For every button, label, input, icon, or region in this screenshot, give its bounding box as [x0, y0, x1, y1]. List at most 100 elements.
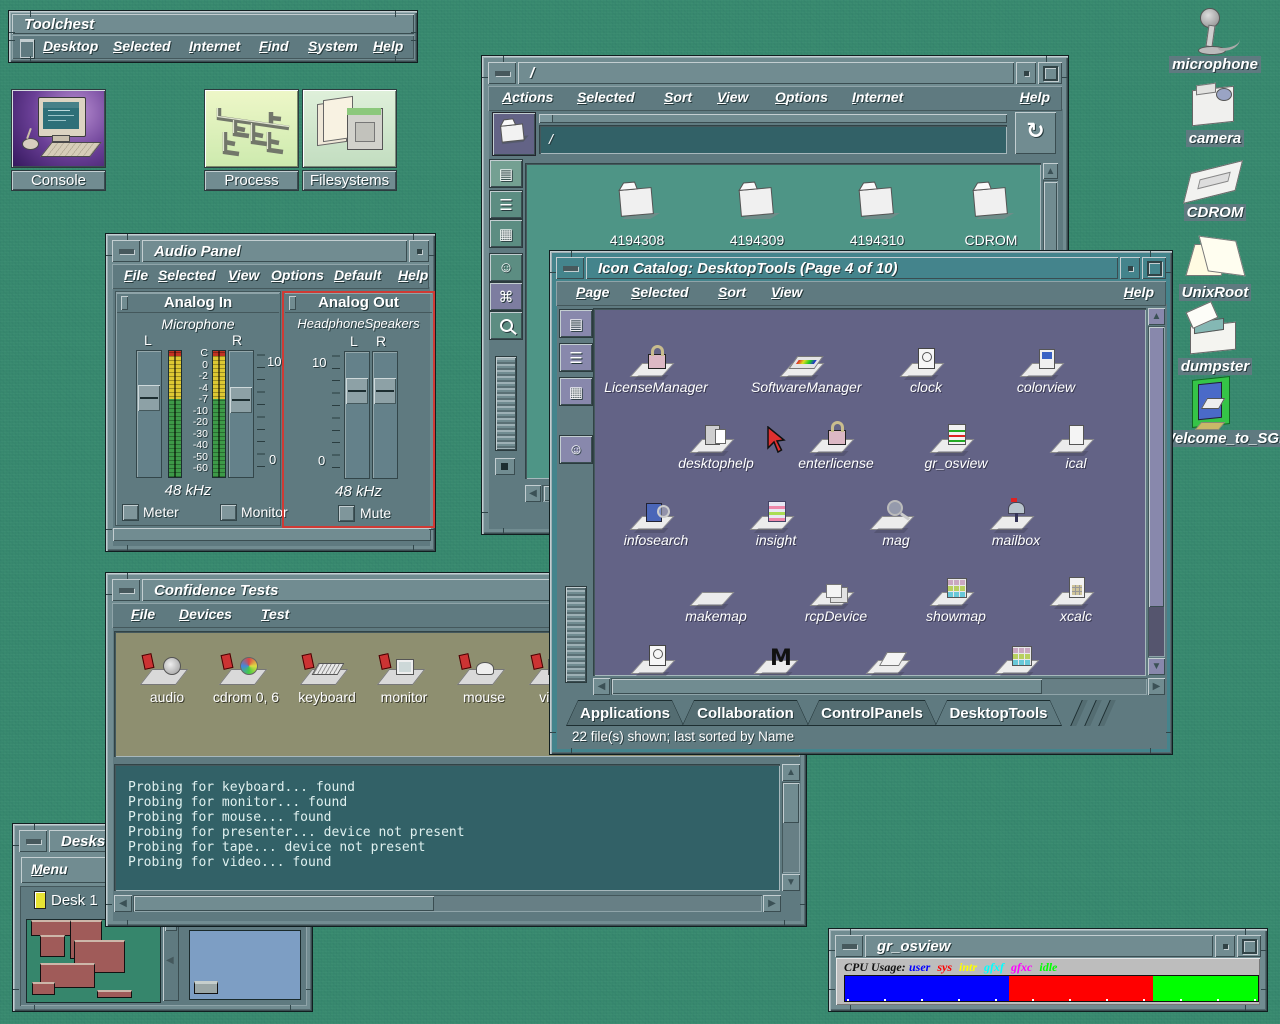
catalog-icon-makemap[interactable]: makemap — [661, 562, 771, 624]
desktop-icon-welcome-to-sgi[interactable]: Welcome_to_SGI — [1158, 378, 1278, 448]
fm-path-strip[interactable] — [539, 114, 1007, 123]
conf-hscrollbar[interactable] — [133, 895, 762, 912]
catalog-scroll-right[interactable]: ▶ — [1148, 678, 1165, 695]
desktop-icon-cdrom[interactable]: CDROM — [1160, 162, 1270, 222]
catalog-maximize-button[interactable] — [1142, 257, 1166, 279]
analog-out-right-slider[interactable] — [372, 351, 398, 479]
fm-tool-list[interactable]: ☰ — [489, 190, 523, 219]
catalog-icon-desktophelp[interactable]: desktophelp — [661, 409, 771, 471]
fm-window-menu-button[interactable] — [488, 62, 516, 84]
audio-menu-help[interactable]: Help — [398, 267, 428, 283]
fm-path-field[interactable]: / — [539, 125, 1007, 154]
device-icon-monitor[interactable]: monitor — [359, 643, 449, 705]
menu-selected[interactable]: Selected — [113, 38, 171, 54]
catalog-icon-LicenseManager[interactable]: LicenseManager — [601, 333, 711, 395]
fm-tool-faces[interactable]: ☺ — [489, 253, 523, 282]
confidence-menu-file[interactable]: File — [131, 606, 155, 622]
analog-in-header[interactable]: Analog In — [117, 293, 279, 313]
catalog-tool-grid[interactable]: ▦ — [559, 377, 593, 406]
catalog-minimize-button[interactable] — [1120, 257, 1140, 279]
tab-controlpanels[interactable]: ControlPanels — [807, 700, 937, 726]
fm-menu-help[interactable]: Help — [1020, 89, 1050, 105]
fm-folder[interactable]: CDROM — [941, 175, 1041, 248]
fm-menu-internet[interactable]: Internet — [852, 89, 903, 105]
desks-splitter[interactable]: ◀ — [163, 919, 179, 1001]
catalog-menu-help[interactable]: Help — [1124, 284, 1154, 300]
meter-checkbox[interactable] — [122, 504, 139, 521]
desktop-icon-microphone[interactable]: microphone — [1160, 8, 1270, 74]
catalog-icon-partial[interactable]: M — [725, 630, 835, 676]
catalog-icon-ical[interactable]: ical — [1021, 409, 1131, 471]
fm-menu-options[interactable]: Options — [775, 89, 828, 105]
desktop-icon-unixroot[interactable]: UnixRoot — [1160, 236, 1270, 302]
grosview-titlebar[interactable]: gr_osview — [865, 935, 1213, 957]
audio-minimize-button[interactable] — [409, 240, 429, 262]
catalog-icon-SoftwareManager[interactable]: SoftwareManager — [751, 333, 861, 395]
fm-tool-shelf[interactable]: ▤ — [489, 159, 523, 188]
audio-menu-default[interactable]: Default — [334, 267, 381, 283]
fm-thumbwheel[interactable] — [495, 356, 517, 451]
grosview-minimize-button[interactable] — [1215, 935, 1235, 957]
audio-titlebar[interactable]: Audio Panel — [142, 240, 407, 262]
conf-scroll-down[interactable]: ▼ — [782, 874, 800, 891]
catalog-vscrollbar[interactable] — [1148, 326, 1165, 657]
menu-internet[interactable]: Internet — [189, 38, 240, 54]
catalog-icon-partial[interactable] — [966, 630, 1076, 676]
catalog-icon-rcpDevice[interactable]: rcpDevice — [781, 562, 891, 624]
catalog-hscrollbar[interactable] — [611, 678, 1147, 695]
analog-out-left-slider[interactable] — [344, 351, 370, 479]
fm-menu-view[interactable]: View — [717, 89, 748, 105]
fm-titlebar[interactable]: / — [518, 62, 1014, 84]
catalog-icon-partial[interactable] — [837, 630, 947, 676]
launcher-process[interactable]: Process — [204, 89, 299, 191]
catalog-icon-gr_osview[interactable]: gr_osview — [901, 409, 1011, 471]
catalog-menu-view[interactable]: View — [771, 284, 802, 300]
tab-collaboration[interactable]: Collaboration — [682, 700, 809, 726]
catalog-icon-clock[interactable]: clock — [871, 333, 981, 395]
monitor-checkbox[interactable] — [220, 504, 237, 521]
fm-maximize-button[interactable] — [1038, 62, 1062, 84]
conf-vscrollbar[interactable] — [782, 782, 800, 873]
confidence-menu-test[interactable]: Test — [261, 606, 289, 622]
catalog-tool-shelf[interactable]: ▤ — [559, 309, 593, 338]
fm-refresh-button[interactable]: ↻ — [1015, 112, 1056, 154]
mute-checkbox[interactable] — [338, 505, 355, 522]
tab-applications[interactable]: Applications — [566, 700, 684, 726]
fm-menu-selected[interactable]: Selected — [577, 89, 635, 105]
conf-scroll-up[interactable]: ▲ — [782, 764, 800, 781]
analog-in-left-slider[interactable] — [136, 350, 162, 478]
menu-desktop[interactable]: Desktop — [43, 38, 98, 54]
audio-menu-selected[interactable]: Selected — [158, 267, 216, 283]
desks-window-menu-button[interactable] — [19, 830, 47, 852]
fm-tool-grid[interactable]: ▦ — [489, 219, 523, 248]
catalog-tool-faces[interactable]: ☺ — [559, 435, 593, 464]
analog-in-right-slider[interactable] — [228, 350, 254, 478]
analog-out-header[interactable]: Analog Out — [285, 293, 432, 313]
fm-scroll-left[interactable]: ◀ — [525, 485, 541, 502]
device-icon-audio[interactable]: audio — [122, 643, 212, 705]
confidence-window-menu-button[interactable] — [112, 579, 140, 601]
tab-desktoptools[interactable]: DesktopTools — [935, 700, 1062, 726]
catalog-icon-partial[interactable] — [602, 630, 712, 676]
catalog-icon-mailbox[interactable]: mailbox — [961, 486, 1071, 548]
conf-scroll-right[interactable]: ▶ — [763, 895, 781, 912]
toolchest-titlebar[interactable]: Toolchest — [12, 14, 414, 34]
menu-system[interactable]: System — [308, 38, 358, 54]
catalog-window-menu-button[interactable] — [556, 257, 584, 279]
audio-window-menu-button[interactable] — [112, 240, 140, 262]
desks-menu-button[interactable]: Menu — [21, 857, 109, 883]
desk2-miniature[interactable] — [189, 930, 301, 1000]
desktop-icon-dumpster[interactable]: dumpster — [1160, 306, 1270, 376]
catalog-menu-sort[interactable]: Sort — [718, 284, 746, 300]
fm-scroll-up[interactable]: ▲ — [1043, 163, 1058, 179]
catalog-scroll-left[interactable]: ◀ — [593, 678, 610, 695]
catalog-icon-infosearch[interactable]: infosearch — [601, 486, 711, 548]
fm-minimize-button[interactable] — [1016, 62, 1036, 84]
grosview-window-menu-button[interactable] — [835, 935, 863, 957]
audio-menu-options[interactable]: Options — [271, 267, 324, 283]
audio-menu-view[interactable]: View — [228, 267, 259, 283]
conf-scroll-left[interactable]: ◀ — [114, 895, 132, 912]
fm-folder-button[interactable] — [492, 112, 536, 156]
catalog-thumbwheel[interactable] — [565, 586, 587, 683]
fm-menu-actions[interactable]: Actions — [502, 89, 553, 105]
